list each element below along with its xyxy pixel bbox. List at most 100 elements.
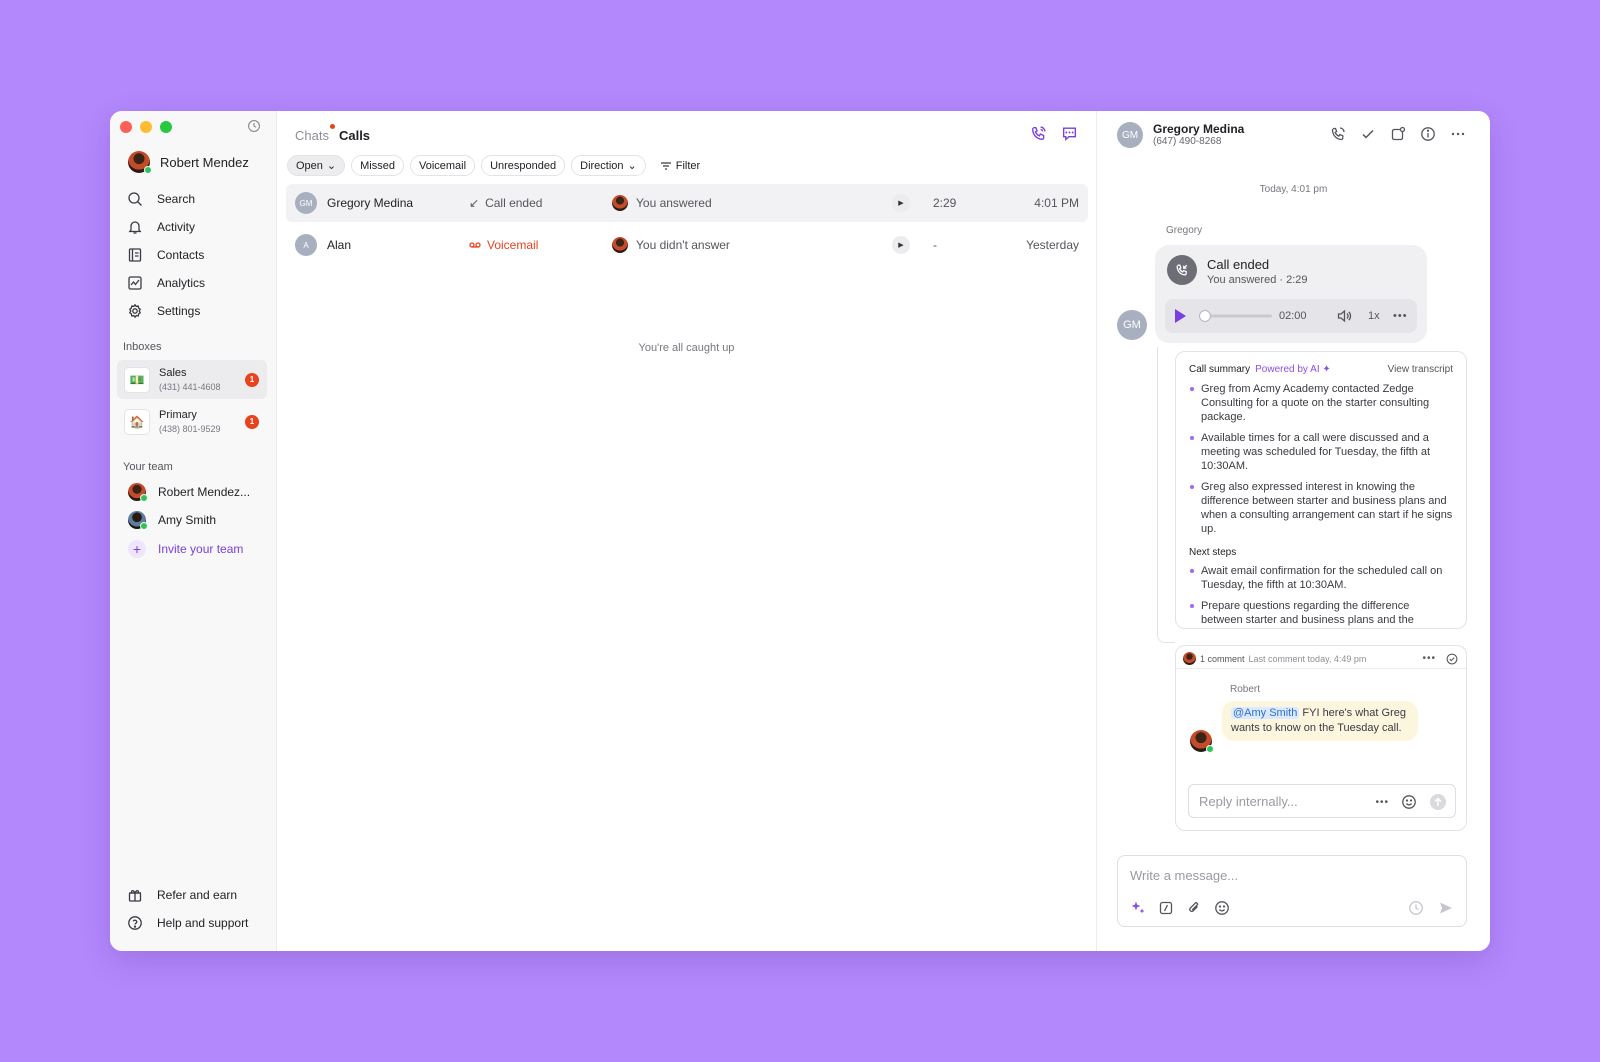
comment-header: 1 comment Last comment today, 4:49 pm ••… bbox=[1183, 652, 1458, 665]
call-button[interactable] bbox=[1330, 126, 1346, 142]
minimize-window-button[interactable] bbox=[140, 121, 152, 133]
emoji-icon[interactable] bbox=[1401, 794, 1417, 810]
filter-unresponded[interactable]: Unresponded bbox=[481, 155, 566, 176]
new-message-button[interactable] bbox=[1061, 125, 1078, 142]
house-icon: 🏠 bbox=[124, 408, 150, 435]
send-reply-icon[interactable] bbox=[1429, 793, 1447, 811]
call-row[interactable]: A Alan Voicemail You didn't answer ▶ - Y… bbox=[286, 226, 1088, 264]
call-status: Voicemail bbox=[469, 238, 538, 252]
call-status: ↙ Call ended bbox=[469, 196, 542, 210]
tab-chats[interactable]: Chats bbox=[295, 124, 335, 143]
playback-scrubber[interactable] bbox=[1202, 314, 1272, 318]
team-member-amy[interactable]: Amy Smith bbox=[128, 511, 217, 530]
filter-bar: Open ⌄ Missed Voicemail Unresponded Direc… bbox=[287, 155, 709, 176]
nav-contacts[interactable]: Contacts bbox=[127, 241, 267, 269]
play-recording-button[interactable]: ▶ bbox=[892, 236, 910, 254]
nav-settings[interactable]: Settings bbox=[127, 297, 267, 325]
filter-missed[interactable]: Missed bbox=[351, 155, 404, 176]
send-icon[interactable] bbox=[1438, 900, 1454, 916]
chip-label: Filter bbox=[675, 159, 701, 172]
contacts-icon bbox=[128, 248, 142, 262]
inbox-name: Primary bbox=[159, 408, 197, 421]
mark-done-button[interactable] bbox=[1360, 126, 1376, 142]
last-comment-time: Last comment today, 4:49 pm bbox=[1248, 653, 1367, 664]
filter-direction[interactable]: Direction ⌄ bbox=[571, 155, 646, 176]
contact-name: Alan bbox=[327, 238, 352, 252]
comment-more-icon[interactable]: ••• bbox=[1422, 653, 1436, 664]
history-icon[interactable] bbox=[247, 119, 261, 133]
inbox-number: (438) 801-9529 bbox=[159, 423, 221, 434]
current-user[interactable]: Robert Mendez bbox=[128, 151, 249, 174]
nav-activity[interactable]: Activity bbox=[127, 213, 267, 241]
playback-speed[interactable]: 1x bbox=[1368, 310, 1380, 322]
reply-internally-input[interactable] bbox=[1189, 785, 1369, 817]
unread-badge: 1 bbox=[245, 414, 259, 429]
tab-label: Chats bbox=[295, 128, 329, 143]
chip-label: Direction bbox=[580, 159, 624, 172]
empty-state-text: You're all caught up bbox=[638, 342, 735, 354]
team-member-robert[interactable]: Robert Mendez... bbox=[128, 483, 251, 502]
contact-header[interactable]: GM Gregory Medina (647) 490-8268 bbox=[1117, 122, 1244, 148]
filter-open[interactable]: Open ⌄ bbox=[287, 155, 346, 176]
nav-search[interactable]: Search bbox=[127, 185, 267, 213]
contact-name: Gregory Medina bbox=[1153, 122, 1245, 136]
play-recording-button[interactable]: ▶ bbox=[892, 194, 910, 212]
snooze-button[interactable] bbox=[1390, 126, 1406, 142]
player-more-icon[interactable]: ••• bbox=[1393, 310, 1408, 322]
filter-icon bbox=[660, 161, 671, 170]
money-icon: 💵 bbox=[124, 366, 150, 393]
play-button[interactable] bbox=[1175, 309, 1186, 323]
inbox-sales[interactable]: 💵 Sales (431) 441-4608 1 bbox=[117, 360, 267, 399]
more-options-button[interactable] bbox=[1450, 126, 1466, 142]
maximize-window-button[interactable] bbox=[160, 121, 172, 133]
filter-button[interactable]: Filter bbox=[651, 155, 709, 176]
date-divider: Today, 4:01 pm bbox=[1259, 184, 1328, 195]
volume-icon[interactable] bbox=[1336, 308, 1352, 324]
call-summary-card: Call summary Powered by AI ✦ View transc… bbox=[1175, 351, 1467, 629]
help-and-support-link[interactable]: Help and support bbox=[127, 909, 248, 937]
invite-team-button[interactable]: + Invite your team bbox=[128, 540, 243, 558]
chevron-down-icon: ⌄ bbox=[627, 160, 637, 172]
composer-tools bbox=[1130, 900, 1230, 916]
new-call-button[interactable] bbox=[1030, 125, 1047, 142]
tabs: Chats Calls bbox=[295, 124, 370, 143]
emoji-icon[interactable] bbox=[1214, 900, 1230, 916]
bell-icon bbox=[128, 221, 142, 234]
invite-label: Invite your team bbox=[158, 542, 244, 556]
unread-dot bbox=[329, 124, 335, 129]
team-heading: Your team bbox=[123, 461, 173, 473]
close-window-button[interactable] bbox=[120, 121, 132, 133]
tab-calls[interactable]: Calls bbox=[339, 128, 370, 143]
inbox-primary[interactable]: 🏠 Primary (438) 801-9529 1 bbox=[117, 402, 267, 441]
message-input[interactable] bbox=[1118, 864, 1418, 886]
team-member-name: Robert Mendez... bbox=[158, 485, 251, 499]
gift-icon bbox=[128, 890, 142, 902]
contact-name: Gregory Medina bbox=[327, 196, 414, 210]
view-transcript-link[interactable]: View transcript bbox=[1388, 364, 1453, 375]
team-member-name: Amy Smith bbox=[158, 513, 217, 527]
call-time: 4:01 PM bbox=[1034, 196, 1079, 210]
avatar bbox=[612, 237, 628, 253]
nav-label: Search bbox=[157, 192, 196, 206]
info-button[interactable] bbox=[1420, 126, 1436, 142]
refer-and-earn-link[interactable]: Refer and earn bbox=[127, 881, 248, 909]
avatar bbox=[128, 511, 148, 530]
resolve-check-icon[interactable] bbox=[1446, 653, 1458, 665]
comment-bubble: @Amy Smith FYI here's what Greg wants to… bbox=[1222, 701, 1418, 741]
call-row[interactable]: GM Gregory Medina ↙ Call ended You answe… bbox=[286, 184, 1088, 222]
incoming-arrow-icon: ↙ bbox=[469, 196, 480, 210]
schedule-clock-icon[interactable] bbox=[1408, 900, 1424, 916]
snippets-icon[interactable] bbox=[1158, 900, 1174, 916]
ai-sparkle-icon[interactable] bbox=[1130, 900, 1146, 916]
analytics-icon bbox=[128, 276, 142, 290]
attachment-icon[interactable] bbox=[1186, 900, 1202, 916]
mention-tag[interactable]: @Amy Smith bbox=[1231, 707, 1300, 719]
conversation-panel: GM Gregory Medina (647) 490-8268 Today, … bbox=[1097, 111, 1490, 951]
next-steps-title: Next steps bbox=[1189, 547, 1237, 558]
reply-more-icon[interactable]: ••• bbox=[1375, 797, 1389, 808]
scrubber-handle[interactable] bbox=[1199, 310, 1211, 322]
app-window: Robert Mendez Search Activity Contacts A… bbox=[110, 111, 1490, 951]
filter-voicemail[interactable]: Voicemail bbox=[409, 155, 476, 176]
nav-analytics[interactable]: Analytics bbox=[127, 269, 267, 297]
avatar bbox=[128, 151, 152, 174]
